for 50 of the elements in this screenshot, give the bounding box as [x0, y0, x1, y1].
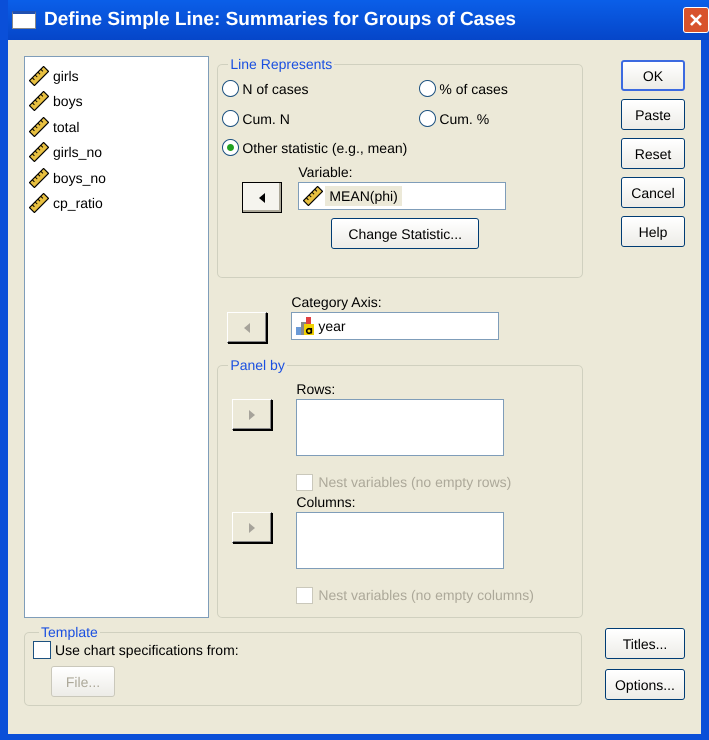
- variable-item[interactable]: boys_no: [29, 165, 204, 190]
- checkbox-label: Use chart specifications from:: [55, 642, 239, 658]
- variable-item[interactable]: cp_ratio: [29, 190, 204, 216]
- left-arrow-icon: [244, 322, 250, 332]
- group-title: Panel by: [229, 357, 286, 373]
- variable-item[interactable]: boys: [29, 88, 204, 114]
- window-title: Define Simple Line: Summaries for Groups of Cases: [44, 9, 517, 31]
- list-field[interactable]: [296, 399, 504, 456]
- dialog-button[interactable]: OK: [621, 60, 685, 91]
- dialog-button[interactable]: Options...: [605, 669, 685, 700]
- change-statistic-button[interactable]: Change Statistic...: [331, 218, 480, 249]
- checkbox-label: Nest variables (no empty rows): [318, 474, 512, 490]
- left-arrow-icon: [259, 192, 266, 202]
- radio-label: % of cases: [439, 80, 508, 96]
- checkbox-label: Nest variables (no empty columns): [318, 587, 534, 603]
- radio-label: Cum. N: [242, 110, 290, 126]
- right-arrow-icon: [249, 522, 256, 532]
- radio-button[interactable]: [222, 110, 240, 127]
- category-axis-field[interactable]: year: [291, 312, 500, 340]
- radio-label: Cum. %: [439, 110, 490, 126]
- dialog-button[interactable]: Paste: [621, 99, 685, 130]
- dialog-button[interactable]: Reset: [621, 138, 685, 169]
- radio-button[interactable]: [419, 110, 436, 127]
- dialog-button[interactable]: Help: [621, 216, 685, 247]
- field-label: Rows:: [296, 381, 336, 397]
- radio-label: Other statistic (e.g., mean): [242, 140, 408, 156]
- right-arrow-icon: [249, 410, 256, 420]
- field-label: Variable:: [298, 164, 354, 180]
- group-title: Line Represents: [229, 56, 334, 72]
- group-title: Template: [40, 624, 99, 640]
- radio-button[interactable]: [222, 139, 240, 156]
- variable-item[interactable]: total: [29, 114, 204, 140]
- window-icon: [12, 11, 36, 29]
- list-field[interactable]: [296, 512, 504, 569]
- field-label: Category Axis:: [291, 294, 383, 310]
- move-button[interactable]: [242, 182, 282, 213]
- radio-button[interactable]: [222, 80, 240, 97]
- radio-label: N of cases: [242, 80, 308, 96]
- field-label: Columns:: [296, 494, 356, 510]
- ruler-icon: [303, 186, 324, 206]
- dialog-button[interactable]: Cancel: [621, 177, 685, 208]
- variable-item[interactable]: girls: [29, 63, 204, 88]
- checkbox[interactable]: [33, 641, 51, 659]
- close-icon: [689, 13, 703, 27]
- variable-field[interactable]: MEAN(phi): [298, 182, 506, 210]
- radio-button[interactable]: [419, 80, 436, 97]
- dialog-button[interactable]: Titles...: [605, 628, 685, 659]
- nominal-variable-icon: [296, 317, 316, 335]
- variable-item[interactable]: girls_no: [29, 140, 204, 165]
- close-button[interactable]: [683, 7, 709, 33]
